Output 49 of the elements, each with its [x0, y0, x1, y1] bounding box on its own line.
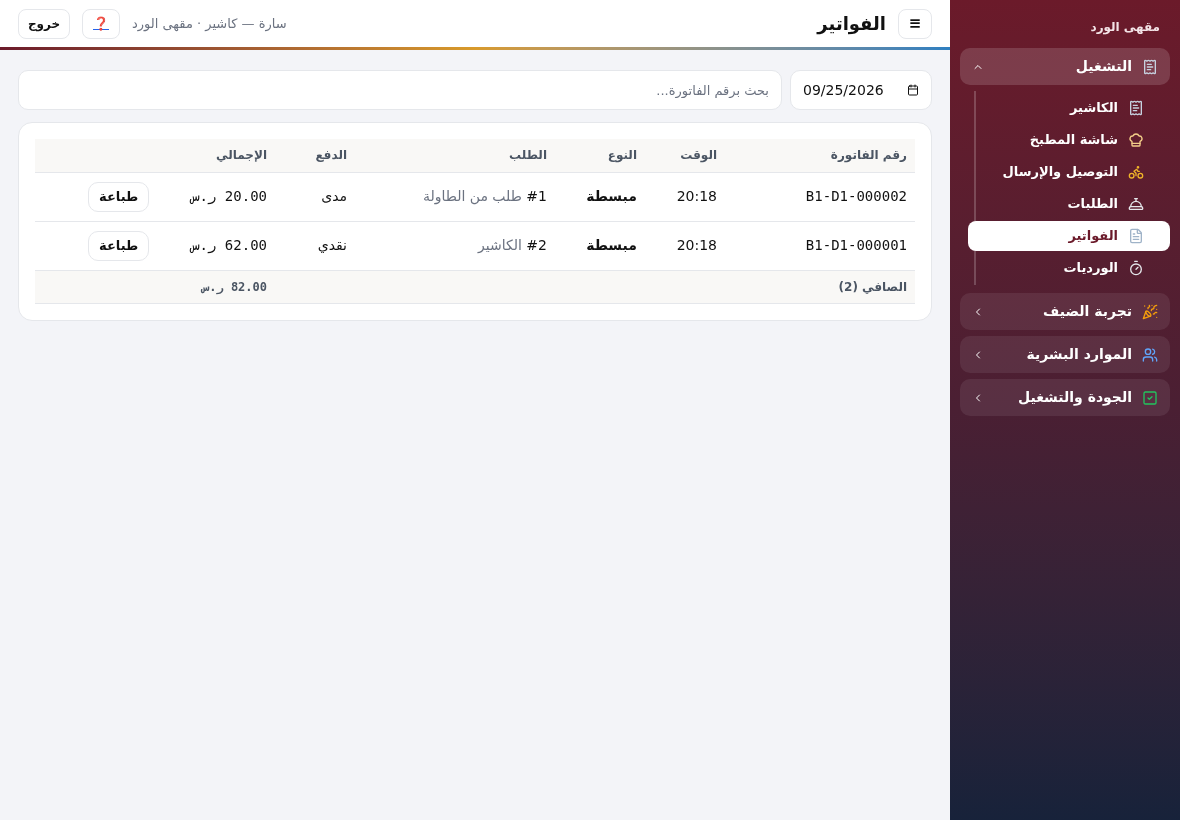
- column-header: الطلب: [355, 139, 555, 172]
- help-button[interactable]: ❓: [82, 8, 120, 39]
- table-cell: 20.00 ر.س: [165, 172, 275, 221]
- table-cell: B1-D1-000001: [725, 221, 915, 270]
- column-header: النوع: [555, 139, 645, 172]
- column-header: رقم الفاتورة: [725, 139, 915, 172]
- search-field[interactable]: بحث برقم الفاتورة...: [18, 70, 782, 110]
- table-cell: مدى: [275, 172, 355, 221]
- table-cell: 62.00 ر.س: [165, 221, 275, 270]
- logout-button[interactable]: خروج: [18, 8, 70, 39]
- sidebar-item[interactable]: الفواتير: [968, 221, 1170, 251]
- column-header: الإجمالي: [165, 139, 275, 172]
- table-cell: مبسطة: [555, 172, 645, 221]
- column-header: الوقت: [645, 139, 725, 172]
- bell-icon: [1128, 196, 1144, 212]
- bike-icon: [1128, 164, 1144, 180]
- document-icon: [1128, 228, 1144, 244]
- party-popper-icon: [1142, 303, 1158, 320]
- table-cell: نقدي: [275, 221, 355, 270]
- column-header: الدفع: [275, 139, 355, 172]
- table-cell: الصافي (2): [725, 270, 915, 303]
- sidebar-group[interactable]: التشغيل: [960, 48, 1170, 85]
- receipt-icon: [1128, 100, 1144, 116]
- table-cell: 20:18: [645, 172, 725, 221]
- sidebar-group[interactable]: الموارد البشرية: [960, 336, 1170, 373]
- chef-hat-icon: [1128, 132, 1144, 148]
- sidebar-group[interactable]: تجربة الضيف: [960, 293, 1170, 330]
- date-field[interactable]: 09/25/2026: [790, 70, 932, 110]
- print-button[interactable]: طباعة: [88, 181, 150, 212]
- timer-icon: [1128, 260, 1144, 276]
- people-icon: [1142, 346, 1158, 363]
- print-button[interactable]: طباعة: [88, 230, 150, 261]
- sidebar-item[interactable]: الورديات: [968, 253, 1170, 283]
- user-info: سارة — كاشير · مقهى الورد: [132, 14, 287, 34]
- sidebar-group[interactable]: الجودة والتشغيل: [960, 379, 1170, 416]
- receipt-icon: [1142, 58, 1158, 75]
- sidebar-item[interactable]: الكاشير: [968, 93, 1170, 123]
- calendar-icon: [907, 84, 919, 96]
- checkbox-icon: [1142, 389, 1158, 406]
- table-cell: مبسطة: [555, 221, 645, 270]
- page-title: الفواتير: [817, 12, 886, 37]
- sidebar-item[interactable]: شاشة المطبخ: [968, 125, 1170, 155]
- table-cell: B1-D1-000002: [725, 172, 915, 221]
- sidebar-item[interactable]: الطلبات: [968, 189, 1170, 219]
- brand-name: مقهى الورد: [1089, 19, 1161, 36]
- table-cell: 82.00 ر.س: [165, 270, 275, 303]
- table-cell: 20:18: [645, 221, 725, 270]
- menu-button[interactable]: ≡: [898, 8, 932, 39]
- sidebar-item[interactable]: التوصيل والإرسال: [968, 157, 1170, 187]
